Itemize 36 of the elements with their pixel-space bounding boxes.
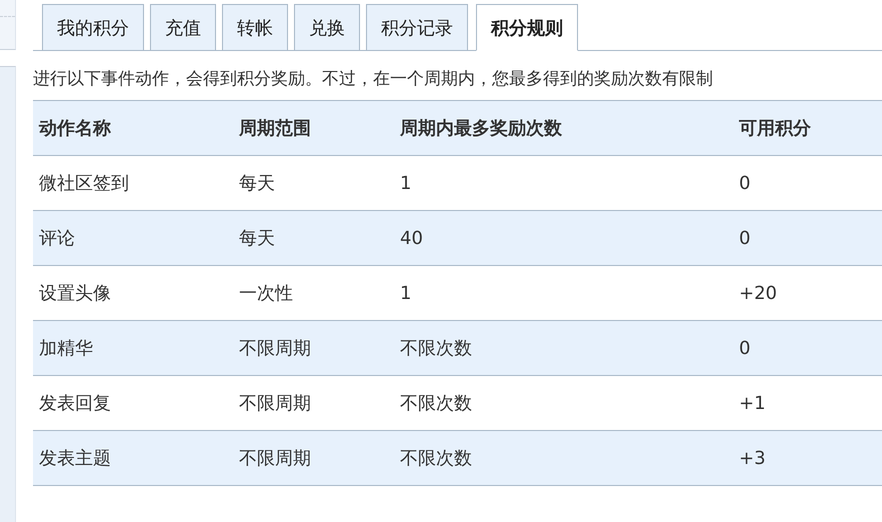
table-cell-text: 不限周期 bbox=[238, 337, 312, 361]
column-header: 动作名称 bbox=[38, 117, 112, 141]
table-cell-text: 微社区签到 bbox=[38, 172, 130, 196]
table-cell-text: 发表回复 bbox=[38, 392, 112, 416]
table-cell-text: 1 bbox=[399, 282, 412, 306]
table-cell-text: 0 bbox=[738, 226, 752, 250]
table-cell-text: 1 bbox=[399, 172, 412, 196]
column-header: 周期内最多奖励次数 bbox=[398, 117, 563, 141]
tab[interactable]: 积分规则 bbox=[476, 4, 578, 51]
table-cell-text: 发表主题 bbox=[38, 447, 112, 471]
column-header: 可用积分 bbox=[738, 117, 812, 141]
table-cell-text: 每天 bbox=[238, 172, 276, 196]
tab[interactable]: 转帐 bbox=[222, 4, 288, 50]
table-cell-text: 40 bbox=[399, 226, 424, 250]
table-cell-text: +1 bbox=[738, 392, 767, 416]
tab[interactable]: 兑换 bbox=[294, 4, 360, 50]
tab[interactable]: 积分记录 bbox=[366, 4, 468, 50]
table-cell-text: 不限次数 bbox=[399, 392, 473, 416]
table-cell-text: 不限周期 bbox=[238, 392, 312, 416]
tab[interactable]: 我的积分 bbox=[42, 4, 144, 50]
table-cell-text: 加精华 bbox=[38, 337, 94, 361]
table-cell-text: 每天 bbox=[238, 227, 276, 251]
table-cell-text: 设置头像 bbox=[38, 282, 112, 306]
table-cell-text: 0 bbox=[738, 336, 752, 360]
description-text: 进行以下事件动作，会得到积分奖励。不过，在一个周期内，您最多得到的奖励次数有限制 bbox=[33, 68, 714, 91]
column-header: 周期范围 bbox=[238, 117, 312, 141]
table-cell-text: 不限次数 bbox=[399, 447, 473, 471]
table-cell-text: 评论 bbox=[38, 227, 76, 251]
table-cell-text: 不限次数 bbox=[399, 337, 473, 361]
tab[interactable]: 充值 bbox=[150, 4, 216, 50]
table-cell-text: 一次性 bbox=[238, 282, 294, 306]
table-cell-text: 不限周期 bbox=[238, 447, 312, 471]
table-cell-text: +20 bbox=[738, 282, 778, 306]
sidebar-panel bbox=[0, 0, 16, 50]
table-cell-text: +3 bbox=[738, 446, 767, 470]
table-cell-text: 0 bbox=[738, 172, 752, 196]
